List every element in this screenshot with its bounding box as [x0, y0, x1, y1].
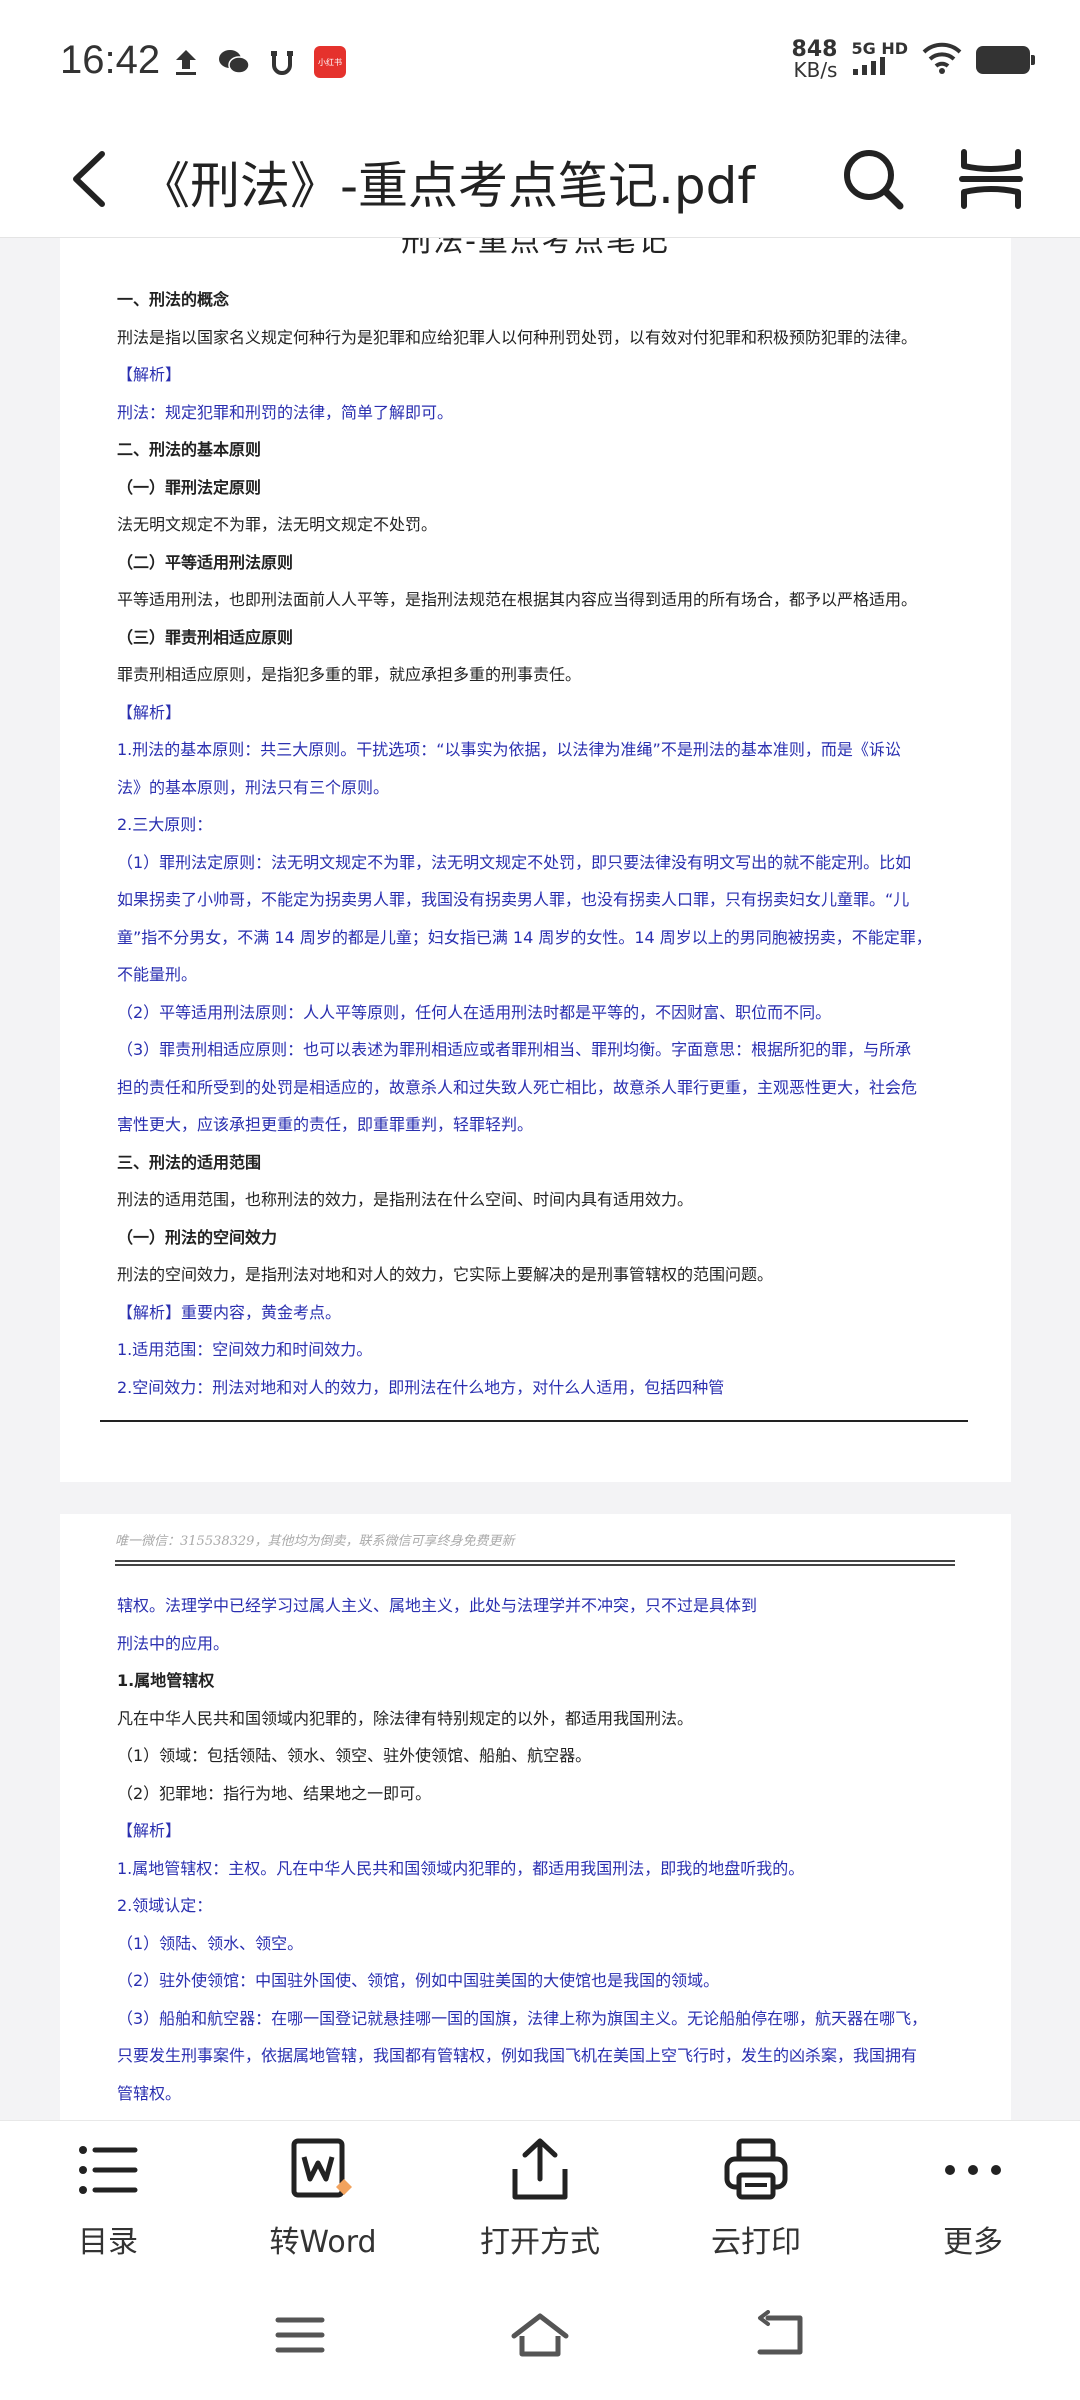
document-line: 1.属地管辖权：主权。凡在中华人民共和国领域内犯罪的，都适用我国刑法，即我的地盘… [117, 1858, 805, 1878]
printer-icon [724, 2138, 788, 2200]
notification-icons: 小红书 [170, 46, 346, 78]
document-line: （1）领陆、领水、领空。 [117, 1933, 304, 1953]
nav-back-button[interactable] [750, 2310, 810, 2360]
document-line: 【解析】重要内容，黄金考点。 [117, 1302, 342, 1322]
document-line: 如果拐卖了小帅哥，不能定为拐卖男人罪，我国没有拐卖男人罪，也没有拐卖人口罪，只有… [117, 890, 910, 909]
document-line: 刑法的适用范围，也称刑法的效力，是指刑法在什么空间、时间内具有适用效力。 [117, 1190, 694, 1209]
document-line: 2.空间效力：刑法对地和对人的效力，即刑法在什么地方，对什么人适用，包括四种管 [117, 1377, 725, 1397]
alarm-icon [266, 46, 298, 78]
status-time: 16:42 [60, 38, 161, 82]
document-title: 《刑法》-重点考点笔记.pdf [140, 157, 756, 215]
document-line: 【解析】 [117, 1821, 182, 1840]
document-line: （1）领域：包括领陆、领水、领空、驻外使领馆、船舶、航空器。 [117, 1746, 592, 1765]
document-line: 刑法是指以国家名义规定何种行为是犯罪和应给犯罪人以何种刑罚处罚，以有效对付犯罪和… [117, 327, 918, 347]
toolbar-item-more[interactable]: 更多 [893, 2135, 1053, 2265]
status-bar: 16:42 小红书 848 KB/s 5G HD [0, 0, 1080, 120]
document-line: 刑法的空间效力，是指刑法对地和对人的效力，它实际上要解决的是刑事管辖权的范围问题… [117, 1265, 774, 1284]
toolbar-item-contents[interactable]: 目录 [28, 2135, 188, 2265]
document-line: 刑法中的应用。 [117, 1633, 230, 1653]
upload-icon [170, 46, 202, 78]
wifi-icon [922, 42, 962, 78]
toolbar-item-convert-word[interactable]: 转Word [243, 2135, 403, 2265]
document-line: （3）船舶和航空器：在哪一国登记就悬挂哪一国的国旗，法律上称为旗国主义。无论船舶… [117, 2008, 928, 2028]
toolbar-label: 转Word [269, 2225, 377, 2260]
nav-home-button[interactable] [510, 2310, 570, 2360]
document-line: （2）平等适用刑法原则：人人平等原则，任何人在适用刑法时都是平等的，不因财富、职… [117, 1002, 832, 1022]
document-line: 1.适用范围：空间效力和时间效力。 [117, 1340, 373, 1359]
scan-button[interactable] [958, 146, 1024, 212]
page-header-rule [115, 1560, 955, 1566]
document-line: 法》的基本原则，刑法只有三个原则。 [117, 777, 390, 797]
pdf-page-1[interactable]: 刑法-重点考点笔记 一、刑法的概念刑法是指以国家名义规定何种行为是犯罪和应给犯罪… [60, 238, 1011, 1482]
back-button[interactable] [62, 146, 122, 212]
document-line: 平等适用刑法，也即刑法面前人人平等，是指刑法规范在根据其内容应当得到适用的所有场… [117, 590, 918, 609]
document-line: 2.三大原则： [117, 815, 213, 834]
toolbar-item-cloud-print[interactable]: 云打印 [676, 2135, 836, 2265]
document-line: 害性更大，应该承担更重的责任，即重罪重判，轻罪轻判。 [117, 1115, 534, 1134]
document-line: 担的责任和所受到的处罚是相适应的，故意杀人和过失致人死亡相比，故意杀人罪行更重，… [117, 1077, 918, 1097]
status-right-indicators: 848 KB/s 5G HD [791, 37, 1035, 82]
return-icon [757, 2310, 803, 2355]
chevron-left-icon [73, 151, 105, 207]
menu-icon [275, 2317, 325, 2353]
toolbar-item-open-with[interactable]: 打开方式 [460, 2135, 620, 2265]
document-line: 二、刑法的基本原则 [117, 440, 262, 459]
page-footer-rule [100, 1420, 968, 1422]
document-line: （3）罪责刑相适应原则：也可以表述为罪刑相适应或者罪刑相当、罪刑均衡。字面意思：… [117, 1040, 912, 1059]
document-line: （三）罪责刑相适应原则 [117, 627, 294, 647]
pdf-page-title: 刑法-重点考点笔记 [401, 238, 670, 259]
document-line: 凡在中华人民共和国领域内犯罪的，除法律有特别规定的以外，都适用我国刑法。 [117, 1708, 694, 1728]
toolbar-label: 更多 [943, 2225, 1003, 2260]
more-icon [945, 2165, 1001, 2175]
document-line: 辖权。法理学中已经学习过属人主义、属地主义，此处与法理学并不冲突，只不过是具体到 [117, 1596, 758, 1615]
document-line: （一）刑法的空间效力 [117, 1227, 278, 1247]
toolbar-label: 打开方式 [480, 2225, 600, 2260]
network-speed: 848 KB/s [791, 37, 838, 82]
page-watermark: 唯一微信：315538329，其他均为倒卖，联系微信可享终身免费更新 [115, 1534, 515, 1549]
toolbar-label: 云打印 [711, 2225, 801, 2260]
pdf-page-2[interactable]: 唯一微信：315538329，其他均为倒卖，联系微信可享终身免费更新 辖权。法理… [60, 1514, 1011, 2120]
app-header: 《刑法》-重点考点笔记.pdf [0, 120, 1080, 238]
nav-menu-button[interactable] [270, 2310, 330, 2360]
document-line: （2）犯罪地：指行为地、结果地之一即可。 [117, 1783, 432, 1803]
home-icon [511, 2313, 569, 2357]
signal-icon [853, 57, 886, 75]
document-line: 1.刑法的基本原则：共三大原则。干扰选项：“以事实为依据，以法律为准绳”不是刑法… [117, 740, 901, 759]
document-line: （2）驻外使领馆：中国驻外国使、领馆，例如中国驻美国的大使馆也是我国的领域。 [117, 1971, 720, 1990]
document-line: 法无明文规定不为罪，法无明文规定不处罚。 [117, 515, 438, 534]
document-line: 【解析】 [117, 365, 182, 384]
word-convert-icon [291, 2138, 352, 2198]
document-line: 1.属地管辖权 [117, 1671, 215, 1690]
document-line: （1）罪刑法定原则：法无明文规定不为罪，法无明文规定不处罚，即只要法律没有明文写… [117, 852, 912, 872]
share-icon [512, 2138, 568, 2200]
search-button[interactable] [840, 146, 906, 212]
system-nav-bar [0, 2270, 1080, 2400]
document-line: 【解析】 [117, 702, 182, 722]
document-line: 童”指不分男女，不满 14 周岁的都是儿童；妇女指已满 14 周岁的女性。14 … [117, 927, 932, 947]
document-line: 只要发生刑事案件，依据属地管辖，我国都有管辖权，例如我国飞机在美国上空飞行时，发… [117, 2046, 918, 2065]
document-line: 一、刑法的概念 [117, 290, 230, 309]
document-line: 刑法：规定犯罪和刑罚的法律，简单了解即可。 [117, 402, 454, 422]
document-line: 管辖权。 [117, 2083, 182, 2103]
document-line: （二）平等适用刑法原则 [117, 552, 294, 572]
app-badge-icon: 小红书 [314, 46, 346, 78]
scan-icon [959, 149, 1023, 209]
document-line: 三、刑法的适用范围 [117, 1152, 262, 1172]
document-line: 罪责刑相适应原则，是指犯多重的罪，就应承担多重的刑事责任。 [117, 665, 582, 684]
signal-indicator: 5G HD [851, 41, 908, 79]
search-icon [844, 150, 904, 210]
battery-icon [976, 46, 1035, 74]
document-line: （一）罪刑法定原则 [117, 477, 262, 497]
wechat-icon [218, 46, 250, 78]
list-icon [79, 2146, 138, 2194]
document-line: 2.领域认定： [117, 1896, 213, 1915]
bottom-toolbar: 目录 转Word 打开方式 云打印 更多 [0, 2120, 1080, 2270]
toolbar-label: 目录 [78, 2225, 138, 2260]
document-line: 不能量刑。 [117, 965, 198, 984]
